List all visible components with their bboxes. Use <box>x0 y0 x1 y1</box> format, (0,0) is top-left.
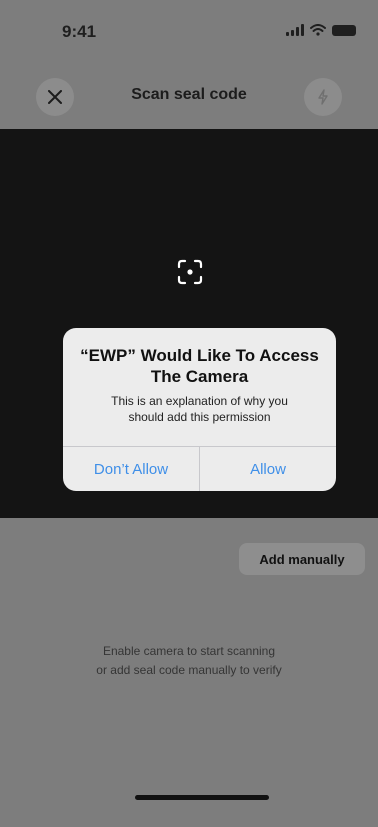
home-indicator[interactable] <box>135 795 269 800</box>
allow-button[interactable]: Allow <box>199 447 336 491</box>
camera-permission-alert: “EWP” Would Like To Access The Camera Th… <box>63 328 336 491</box>
wifi-icon <box>310 24 326 36</box>
status-icons <box>286 24 356 36</box>
alert-message: This is an explanation of why you should… <box>111 394 288 424</box>
flash-icon <box>318 89 328 105</box>
add-manually-button[interactable]: Add manually <box>239 543 365 575</box>
alert-title: “EWP” Would Like To Access The Camera <box>80 346 319 386</box>
alert-actions: Don’t Allow Allow <box>63 446 336 491</box>
status-time: 9:41 <box>62 22 97 41</box>
scan-hint-text: Enable camera to start scanning or add s… <box>96 644 282 677</box>
battery-icon <box>332 24 356 36</box>
cellular-signal-icon <box>286 24 304 36</box>
status-bar: 9:41 <box>0 0 378 62</box>
dont-allow-button[interactable]: Don’t Allow <box>63 447 199 491</box>
flash-button[interactable] <box>304 78 342 116</box>
focus-scan-icon <box>177 259 203 285</box>
top-nav-bar: Scan seal code <box>0 72 378 122</box>
